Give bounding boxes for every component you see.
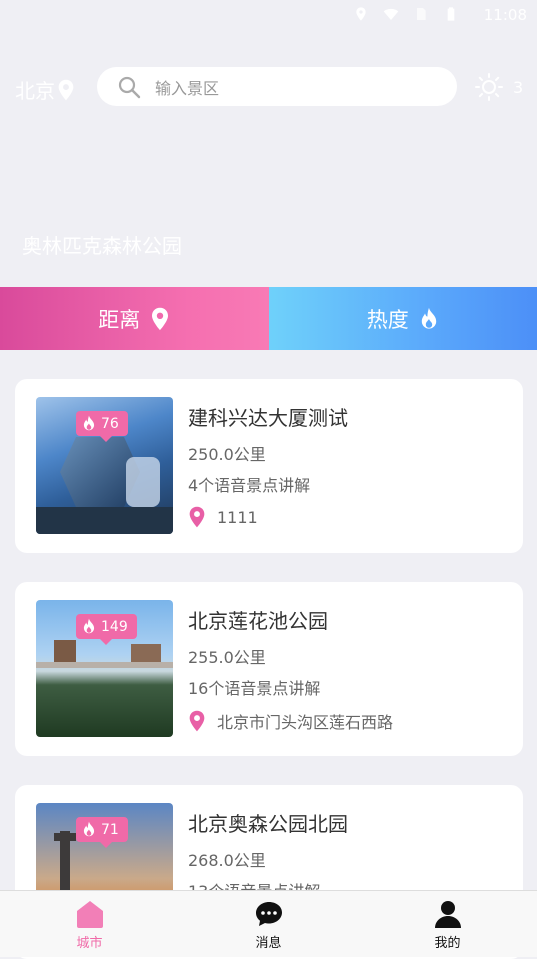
status-bar: 11:08 bbox=[0, 0, 537, 30]
spot-guide-count: 4个语音景点讲解 bbox=[188, 472, 310, 496]
flame-icon bbox=[82, 821, 96, 838]
heat-badge: 149 bbox=[76, 614, 137, 639]
location-pin-icon bbox=[150, 307, 170, 331]
spot-name: 北京莲花池公园 bbox=[188, 605, 328, 634]
tab-mine-label: 我的 bbox=[434, 932, 460, 951]
sort-tabs: 距离 热度 bbox=[0, 287, 537, 350]
status-time: 11:08 bbox=[484, 6, 527, 24]
spot-card[interactable]: 76 建科兴达大厦测试 250.0公里 4个语音景点讲解 1111 bbox=[15, 379, 523, 553]
spot-thumbnail: 149 bbox=[36, 600, 173, 737]
flame-icon bbox=[419, 307, 439, 331]
heat-value: 76 bbox=[101, 416, 119, 432]
location-pin-icon bbox=[57, 79, 75, 101]
location-pin-icon bbox=[188, 506, 206, 528]
flame-icon bbox=[82, 618, 96, 635]
tab-popularity[interactable]: 热度 bbox=[269, 287, 537, 350]
weather-value: 3 bbox=[513, 78, 523, 97]
location-status-icon bbox=[353, 6, 369, 22]
status-icons bbox=[353, 6, 459, 22]
heat-badge: 71 bbox=[76, 817, 128, 842]
search-icon bbox=[117, 75, 141, 99]
spot-card[interactable]: 149 北京莲花池公园 255.0公里 16个语音景点讲解 北京市门头沟区莲石西… bbox=[15, 582, 523, 756]
wifi-icon bbox=[383, 6, 399, 22]
spot-name: 北京奥森公园北园 bbox=[188, 808, 348, 837]
heat-badge: 76 bbox=[76, 411, 128, 436]
sun-icon bbox=[474, 72, 504, 102]
tab-messages[interactable]: 消息 bbox=[179, 891, 358, 957]
tab-mine[interactable]: 我的 bbox=[358, 891, 537, 957]
spot-thumbnail: 76 bbox=[36, 397, 173, 534]
tab-city-label: 城市 bbox=[76, 932, 102, 951]
no-sim-icon bbox=[413, 6, 429, 22]
spot-address-text: 1111 bbox=[217, 508, 258, 527]
spot-address: 北京市门头沟区莲石西路 bbox=[188, 709, 393, 733]
search-input[interactable]: 输入景区 bbox=[97, 67, 457, 106]
user-icon bbox=[433, 899, 463, 929]
spot-distance: 250.0公里 bbox=[188, 441, 266, 465]
spot-address-text: 北京市门头沟区莲石西路 bbox=[217, 709, 393, 733]
search-placeholder: 输入景区 bbox=[155, 75, 219, 99]
tab-distance-label: 距离 bbox=[98, 304, 140, 334]
spot-address: 1111 bbox=[188, 506, 258, 528]
home-icon bbox=[75, 899, 105, 929]
location-pin-icon bbox=[188, 710, 206, 732]
tab-popularity-label: 热度 bbox=[367, 304, 409, 334]
spot-guide-count: 16个语音景点讲解 bbox=[188, 675, 320, 699]
spot-name: 建科兴达大厦测试 bbox=[188, 402, 348, 431]
city-label: 北京 bbox=[15, 75, 55, 104]
heat-value: 71 bbox=[101, 822, 119, 838]
chat-icon bbox=[254, 899, 284, 929]
city-selector[interactable]: 北京 bbox=[15, 75, 75, 104]
spot-distance: 255.0公里 bbox=[188, 644, 266, 668]
bottom-tab-bar: 城市 消息 我的 bbox=[0, 890, 537, 957]
tab-distance[interactable]: 距离 bbox=[0, 287, 269, 350]
banner-title[interactable]: 奥林匹克森林公园 bbox=[22, 230, 182, 259]
weather-widget[interactable]: 3 bbox=[474, 72, 523, 102]
spot-distance: 268.0公里 bbox=[188, 847, 266, 871]
tab-city[interactable]: 城市 bbox=[0, 891, 179, 957]
heat-value: 149 bbox=[101, 619, 128, 635]
battery-icon bbox=[443, 6, 459, 22]
tab-messages-label: 消息 bbox=[255, 932, 281, 951]
flame-icon bbox=[82, 415, 96, 432]
